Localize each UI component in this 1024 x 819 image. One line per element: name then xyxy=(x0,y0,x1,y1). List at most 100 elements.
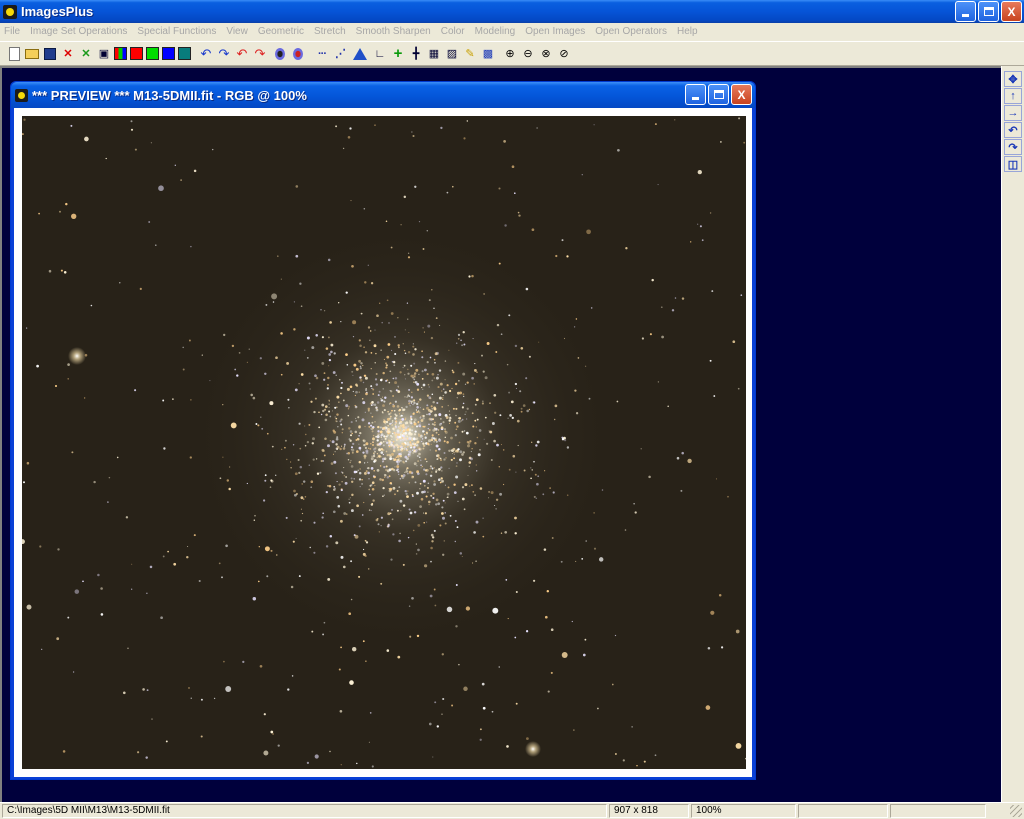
resize-grip-icon[interactable] xyxy=(1010,805,1022,817)
grid-small-icon[interactable]: ▦ xyxy=(426,46,442,62)
cluster-star xyxy=(427,482,430,485)
new-file-icon[interactable] xyxy=(9,46,20,61)
flip-icon[interactable]: ◫ xyxy=(1004,156,1022,172)
arrow-up-icon[interactable]: ↑ xyxy=(1004,88,1022,104)
preview-window[interactable]: *** PREVIEW *** M13-5DMII.fit - RGB @ 10… xyxy=(10,81,756,780)
cluster-star xyxy=(508,314,511,317)
undo-icon[interactable]: ↶ xyxy=(198,46,214,62)
cluster-star xyxy=(419,398,422,401)
cluster-star xyxy=(464,413,466,415)
close-button[interactable]: X xyxy=(1001,1,1022,22)
cluster-star xyxy=(363,471,367,475)
triangle-icon[interactable] xyxy=(353,47,367,60)
zoom-out-icon[interactable]: ⊖ xyxy=(520,46,536,62)
redo-icon[interactable]: ↷ xyxy=(216,46,232,62)
redo-red-icon[interactable]: ↷ xyxy=(252,46,268,62)
status-panel-empty-2 xyxy=(890,804,986,818)
cluster-star xyxy=(402,412,404,414)
open-folder-icon[interactable] xyxy=(25,48,39,59)
print-icon[interactable]: ▣ xyxy=(96,46,112,62)
menu-view[interactable]: View xyxy=(226,26,248,37)
dot-line-icon[interactable]: ··· xyxy=(314,46,330,62)
cluster-star xyxy=(461,406,464,409)
arrow-right-icon[interactable]: → xyxy=(1004,105,1022,121)
field-star xyxy=(441,713,443,715)
dot-plot-icon[interactable]: ⋰ xyxy=(332,46,348,62)
undo-red-icon[interactable]: ↶ xyxy=(234,46,250,62)
cluster-star xyxy=(379,465,382,467)
preview-maximize-button[interactable] xyxy=(708,84,729,105)
menu-color[interactable]: Color xyxy=(441,26,465,37)
maximize-button[interactable] xyxy=(978,1,999,22)
cluster-star xyxy=(372,393,375,395)
menu-open-images[interactable]: Open Images xyxy=(525,26,585,37)
pencil-icon[interactable]: ✎ xyxy=(462,46,478,62)
cluster-star xyxy=(396,405,400,408)
cluster-star xyxy=(423,484,426,487)
cluster-star xyxy=(412,452,414,454)
menu-open-operators[interactable]: Open Operators xyxy=(595,26,667,37)
menu-image-set-operations[interactable]: Image Set Operations xyxy=(30,26,127,37)
cluster-star xyxy=(336,496,340,499)
menu-help[interactable]: Help xyxy=(677,26,698,37)
cluster-star xyxy=(377,443,379,446)
preview-minimize-button[interactable] xyxy=(685,84,706,105)
cluster-star xyxy=(404,396,406,398)
circle-select-icon[interactable] xyxy=(275,47,285,60)
menu-smooth-sharpen[interactable]: Smooth Sharpen xyxy=(356,26,431,37)
cluster-star xyxy=(341,472,344,474)
rotate-left-icon[interactable]: ↶ xyxy=(1004,122,1022,138)
rotate-right-icon[interactable]: ↷ xyxy=(1004,139,1022,155)
close-red-x-icon[interactable]: ✕ xyxy=(60,46,76,62)
field-star xyxy=(327,258,331,262)
cluster-star xyxy=(373,403,377,407)
plus-green-icon[interactable]: + xyxy=(390,45,406,62)
cluster-star xyxy=(364,281,367,284)
preview-title-bar[interactable]: *** PREVIEW *** M13-5DMII.fit - RGB @ 10… xyxy=(11,82,755,108)
field-star xyxy=(340,646,342,649)
grid-icon[interactable] xyxy=(178,47,191,60)
corner-icon[interactable]: ∟ xyxy=(372,46,388,62)
zoom-actual-icon[interactable]: ⊘ xyxy=(556,46,572,62)
cluster-star xyxy=(358,471,362,475)
green-channel-icon[interactable] xyxy=(146,47,159,60)
cluster-star xyxy=(329,321,332,324)
blue-channel-icon[interactable] xyxy=(162,47,175,60)
star-cluster-image[interactable] xyxy=(22,116,746,769)
move-icon[interactable]: ✥ xyxy=(1004,71,1022,87)
circle-select-red-icon[interactable] xyxy=(293,47,303,60)
zoom-in-icon[interactable]: ⊕ xyxy=(502,46,518,62)
save-icon[interactable] xyxy=(44,47,56,60)
close-green-x-icon[interactable]: ✕ xyxy=(78,46,94,62)
field-star xyxy=(190,697,192,699)
menu-stretch[interactable]: Stretch xyxy=(314,26,346,37)
cluster-star xyxy=(340,489,343,492)
field-star xyxy=(526,737,529,740)
field-star xyxy=(511,165,515,169)
zoom-fit-icon[interactable]: ⊗ xyxy=(538,46,554,62)
preview-window-icon[interactable] xyxy=(15,88,28,102)
menu-special-functions[interactable]: Special Functions xyxy=(137,26,216,37)
checker-icon[interactable]: ▩ xyxy=(480,46,496,62)
preview-close-button[interactable]: X xyxy=(731,84,752,105)
app-logo-icon[interactable] xyxy=(3,4,17,19)
cluster-star xyxy=(375,373,378,375)
title-bar[interactable]: ImagesPlus X xyxy=(0,0,1024,23)
cluster-star xyxy=(443,440,446,443)
minimize-button[interactable] xyxy=(955,1,976,22)
cluster-star xyxy=(419,482,422,485)
red-channel-icon[interactable] xyxy=(130,47,143,60)
cluster-star xyxy=(388,445,391,448)
menu-geometric[interactable]: Geometric xyxy=(258,26,304,37)
menu-modeling[interactable]: Modeling xyxy=(475,26,516,37)
rgb-channels-icon[interactable] xyxy=(114,47,127,60)
cluster-star xyxy=(458,441,461,444)
picture-icon[interactable]: ▨ xyxy=(444,46,460,62)
app-window: ImagesPlus X File Image Set Operations S… xyxy=(0,0,1024,819)
field-star xyxy=(414,185,417,188)
cluster-star xyxy=(415,425,419,428)
cluster-star xyxy=(401,432,404,434)
menu-file[interactable]: File xyxy=(4,26,20,37)
cluster-star xyxy=(376,469,380,472)
crosshair-icon[interactable]: ╋ xyxy=(408,46,424,62)
